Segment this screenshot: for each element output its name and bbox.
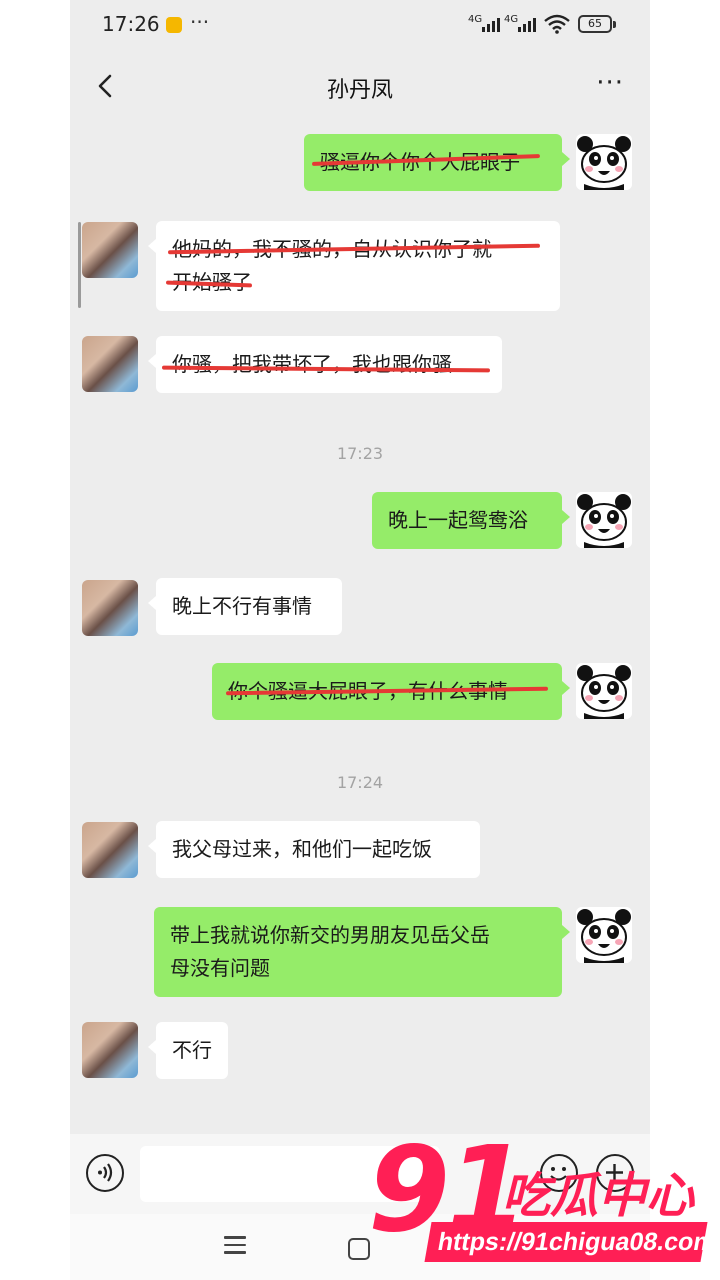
message-bubble-incoming[interactable]: 我父母过来，和他们一起吃饭 bbox=[148, 821, 480, 878]
panda-avatar-icon bbox=[576, 134, 632, 190]
panda-avatar-icon bbox=[576, 663, 632, 719]
avatar-contact[interactable] bbox=[82, 822, 138, 878]
battery-indicator: 65 bbox=[578, 15, 612, 33]
message-text: 带上我就说你新交的男朋友见岳父岳 母没有问题 bbox=[170, 923, 490, 980]
avatar-contact[interactable] bbox=[82, 336, 138, 392]
voice-icon[interactable] bbox=[86, 1154, 124, 1192]
avatar-self[interactable] bbox=[576, 134, 632, 190]
message-text: 他妈的，我不骚的，自从认识你了就 开始骚了 bbox=[172, 233, 544, 299]
message-text: 晚上不行有事情 bbox=[172, 594, 312, 618]
timestamp: 17:24 bbox=[336, 773, 384, 792]
timestamp: 17:23 bbox=[336, 444, 384, 463]
signal-label-2: 4G bbox=[504, 14, 519, 25]
chat-title: 孙丹凤 bbox=[326, 78, 393, 103]
signal-bars-2-icon bbox=[518, 18, 536, 32]
signal-bars-1-icon bbox=[482, 18, 500, 32]
status-time: 17:26 bbox=[102, 12, 160, 36]
message-text: 你骚，把我带坏了，我也跟你骚 bbox=[172, 352, 452, 376]
wifi-icon bbox=[544, 14, 570, 34]
more-options-button[interactable]: ··· bbox=[596, 68, 624, 98]
battery-tip bbox=[613, 21, 616, 28]
notification-icon bbox=[166, 17, 182, 33]
watermark-logo: 91 吃瓜中心 https://91chigua08.com bbox=[368, 1124, 720, 1280]
scroll-indicator bbox=[78, 222, 81, 308]
panda-avatar-icon bbox=[576, 492, 632, 548]
status-more: ··· bbox=[190, 10, 210, 34]
message-bubble-incoming[interactable]: 晚上不行有事情 bbox=[148, 578, 342, 635]
message-text: 我父母过来，和他们一起吃饭 bbox=[172, 837, 432, 861]
avatar-self[interactable] bbox=[576, 907, 632, 963]
panda-avatar-icon bbox=[576, 907, 632, 963]
chat-header: 孙丹凤 ··· bbox=[70, 52, 650, 122]
watermark-url: https://91chigua08.com bbox=[424, 1222, 718, 1262]
avatar-contact[interactable] bbox=[82, 222, 138, 278]
message-text: 不行 bbox=[172, 1038, 212, 1062]
message-bubble-incoming[interactable]: 不行 bbox=[148, 1022, 228, 1079]
message-bubble-incoming[interactable]: 你骚，把我带坏了，我也跟你骚 bbox=[148, 336, 502, 393]
message-text: 晚上一起鸳鸯浴 bbox=[388, 508, 528, 532]
watermark-name: 吃瓜中心 bbox=[502, 1168, 695, 1224]
voice-wave-glyph bbox=[98, 1163, 113, 1182]
avatar-self[interactable] bbox=[576, 663, 632, 719]
avatar-contact[interactable] bbox=[82, 1022, 138, 1078]
signal-label-1: 4G bbox=[468, 14, 483, 25]
avatar-self[interactable] bbox=[576, 492, 632, 548]
message-bubble-incoming[interactable]: 他妈的，我不骚的，自从认识你了就 开始骚了 bbox=[148, 221, 560, 311]
avatar-contact[interactable] bbox=[82, 580, 138, 636]
menu-icon[interactable] bbox=[224, 1236, 246, 1259]
message-bubble-outgoing[interactable]: 你个骚逼大屁眼子，有什么事情 bbox=[212, 663, 570, 720]
status-bar: 17:26 ··· 4G 4G 65 bbox=[70, 0, 650, 52]
chat-screen: 17:26 ··· 4G 4G 65 孙丹凤 ··· 骚逼你个你个大屁眼子 bbox=[70, 0, 650, 1280]
home-icon[interactable] bbox=[348, 1238, 370, 1260]
message-bubble-outgoing[interactable]: 带上我就说你新交的男朋友见岳父岳 母没有问题 bbox=[154, 907, 570, 997]
message-bubble-outgoing[interactable]: 骚逼你个你个大屁眼子 bbox=[304, 134, 570, 191]
message-bubble-outgoing[interactable]: 晚上一起鸳鸯浴 bbox=[372, 492, 570, 549]
